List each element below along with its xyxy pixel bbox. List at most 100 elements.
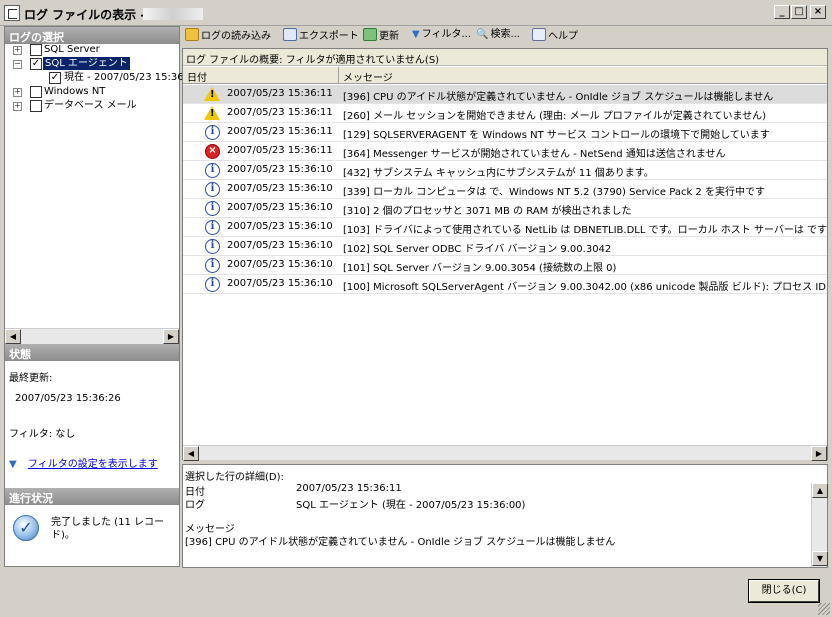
left-panel: ログの選択 + SQL Server − ✓ SQL エージェント ✓ 現在 -… <box>4 26 184 567</box>
row-date: 2007/05/23 15:36:10 <box>227 183 333 194</box>
details-date-value: 2007/05/23 15:36:11 <box>296 483 402 494</box>
details-header: 選択した行の詳細(D): <box>185 472 284 483</box>
details-log-label: ログ <box>185 500 205 511</box>
info-icon: i <box>205 182 220 197</box>
column-header-message[interactable]: メッセージ <box>339 67 827 84</box>
table-row[interactable]: i 2007/05/23 15:36:10 [102] SQL Server ODB… <box>183 237 827 256</box>
tree-item-sql-server[interactable]: + SQL Server <box>5 43 179 57</box>
checkbox[interactable] <box>30 100 42 112</box>
column-header-row: 日付 メッセージ <box>183 67 827 84</box>
details-log-value: SQL エージェント (現在 - 2007/05/23 15:36:00) <box>296 500 526 511</box>
info-icon: i <box>205 239 220 254</box>
tree-horizontal-scrollbar[interactable]: ◀ ▶ <box>5 328 179 344</box>
warning-icon <box>204 87 220 101</box>
scroll-right-icon[interactable]: ▶ <box>811 446 827 461</box>
checkbox[interactable]: ✓ <box>49 72 61 84</box>
open-folder-icon <box>185 28 199 41</box>
minimize-button[interactable]: _ <box>774 5 790 19</box>
table-row[interactable]: × 2007/05/23 15:36:11 [364] Messenger サービス… <box>183 142 827 161</box>
info-icon: i <box>205 258 220 273</box>
search-button[interactable]: 🔍 検索... <box>476 28 520 42</box>
title-bar: ログ ファイルの表示 - _ □ × <box>0 0 832 26</box>
export-button[interactable]: エクスポート <box>283 28 359 44</box>
row-message: [100] Microsoft SQLServerAgent バージョン 9.0… <box>343 282 826 293</box>
close-button[interactable]: 閉じる(C) <box>748 579 820 603</box>
filter-label: フィルタ... <box>421 29 472 40</box>
column-header-date[interactable]: 日付 <box>183 67 339 84</box>
load-log-button[interactable]: ログの読み込み <box>185 28 271 44</box>
details-message-value: [396] CPU のアイドル状態が定義されていません - OnIdle ジョブ… <box>185 537 616 548</box>
progress-header: 進行状況 <box>5 488 179 505</box>
search-label: 検索... <box>490 29 520 40</box>
table-row[interactable]: i 2007/05/23 15:36:10 [432] サブシステム キャッシュ内に… <box>183 161 827 180</box>
tree-item-windows-nt[interactable]: + Windows NT <box>5 85 179 99</box>
row-message: [310] 2 個のプロセッサと 3071 MB の RAM が検出されました <box>343 206 632 217</box>
info-icon: i <box>205 201 220 216</box>
tree-item-label: 現在 - 2007/05/23 15:36 <box>64 72 184 83</box>
row-date: 2007/05/23 15:36:11 <box>227 126 333 137</box>
checkbox[interactable] <box>30 44 42 56</box>
scroll-up-icon[interactable]: ▲ <box>812 483 828 498</box>
status-header: 状態 <box>5 344 179 361</box>
checkbox[interactable] <box>30 86 42 98</box>
error-icon: × <box>205 144 220 159</box>
close-window-button[interactable]: × <box>810 5 826 19</box>
expand-icon[interactable]: + <box>13 46 22 55</box>
row-message: [396] CPU のアイドル状態が定義されていません - OnIdle ジョブ… <box>343 92 774 103</box>
table-row[interactable]: i 2007/05/23 15:36:10 [101] SQL Server バージ… <box>183 256 827 275</box>
row-details-panel: 選択した行の詳細(D): 日付 2007/05/23 15:36:11 ログ S… <box>182 464 828 568</box>
tree-item-current-log[interactable]: ✓ 現在 - 2007/05/23 15:36 <box>5 71 184 85</box>
info-icon: i <box>205 277 220 292</box>
filter-settings-row[interactable]: ▼ フィルタの設定を表示します <box>9 455 158 470</box>
row-message: [103] ドライバによって使用されている NetLib は DBNETLIB.… <box>343 225 827 236</box>
tree-item-database-mail[interactable]: + データベース メール <box>5 99 179 113</box>
table-row[interactable]: i 2007/05/23 15:36:11 [129] SQLSERVERAGENT… <box>183 123 827 142</box>
log-grid: ログ ファイルの概要: フィルタが適用されていません(S) 日付 メッセージ 2… <box>182 48 828 461</box>
expand-icon[interactable]: + <box>13 88 22 97</box>
filter-settings-link[interactable]: フィルタの設定を表示します <box>28 459 158 470</box>
refresh-label: 更新 <box>379 31 399 42</box>
table-row[interactable]: 2007/05/23 15:36:11 [260] メール セッションを開始できま… <box>183 104 827 123</box>
collapse-icon[interactable]: − <box>13 60 22 69</box>
scroll-left-icon[interactable]: ◀ <box>183 446 199 461</box>
last-update-label: 最終更新: <box>9 373 53 384</box>
row-message: [364] Messenger サービスが開始されていません - NetSend… <box>343 149 726 160</box>
row-date: 2007/05/23 15:36:10 <box>227 259 333 270</box>
tree-item-label: SQL Server <box>44 44 100 55</box>
row-message: [432] サブシステム キャッシュ内にサブシステムが 11 個あります。 <box>343 168 654 179</box>
details-vertical-scrollbar[interactable]: ▲ ▼ <box>811 483 828 567</box>
refresh-icon <box>363 28 377 41</box>
filter-funnel-icon: ▼ <box>412 29 420 40</box>
warning-icon <box>204 106 220 120</box>
maximize-button[interactable]: □ <box>791 5 807 19</box>
checkbox[interactable]: ✓ <box>30 58 42 70</box>
tree-item-sql-agent[interactable]: − ✓ SQL エージェント <box>5 57 179 71</box>
table-row[interactable]: 2007/05/23 15:36:11 [396] CPU のアイドル状態が定義さ… <box>183 85 827 104</box>
expand-icon[interactable]: + <box>13 102 22 111</box>
row-message: [339] ローカル コンピュータは で、Windows NT 5.2 (379… <box>343 187 765 198</box>
log-rows: 2007/05/23 15:36:11 [396] CPU のアイドル状態が定義さ… <box>183 85 827 294</box>
row-date: 2007/05/23 15:36:10 <box>227 221 333 232</box>
grid-horizontal-scrollbar[interactable]: ◀ ▶ <box>183 445 827 461</box>
last-update-value: 2007/05/23 15:36:26 <box>15 393 121 404</box>
filter-funnel-icon: ▼ <box>9 459 17 470</box>
table-row[interactable]: i 2007/05/23 15:36:10 [100] Microsoft SQLS… <box>183 275 827 294</box>
row-date: 2007/05/23 15:36:11 <box>227 107 333 118</box>
tree-item-label: Windows NT <box>44 86 106 97</box>
help-button[interactable]: ヘルプ <box>532 28 578 44</box>
help-icon <box>532 28 546 41</box>
table-row[interactable]: i 2007/05/23 15:36:10 [339] ローカル コンピュータは で… <box>183 180 827 199</box>
table-row[interactable]: i 2007/05/23 15:36:10 [103] ドライバによって使用されてい… <box>183 218 827 237</box>
scroll-left-icon[interactable]: ◀ <box>5 329 21 344</box>
scroll-down-icon[interactable]: ▼ <box>812 551 828 566</box>
filter-button[interactable]: ▼ フィルタ... <box>412 28 471 42</box>
resize-grip-icon[interactable] <box>818 603 830 615</box>
tree-item-label: SQL エージェント <box>43 57 130 70</box>
row-date: 2007/05/23 15:36:10 <box>227 278 333 289</box>
scroll-right-icon[interactable]: ▶ <box>163 329 179 344</box>
search-icon: 🔍 <box>476 29 489 40</box>
row-date: 2007/05/23 15:36:10 <box>227 240 333 251</box>
table-row[interactable]: i 2007/05/23 15:36:10 [310] 2 個のプロセッサと 307… <box>183 199 827 218</box>
progress-text-line2: ド)。 <box>51 530 75 541</box>
refresh-button[interactable]: 更新 <box>363 28 399 44</box>
